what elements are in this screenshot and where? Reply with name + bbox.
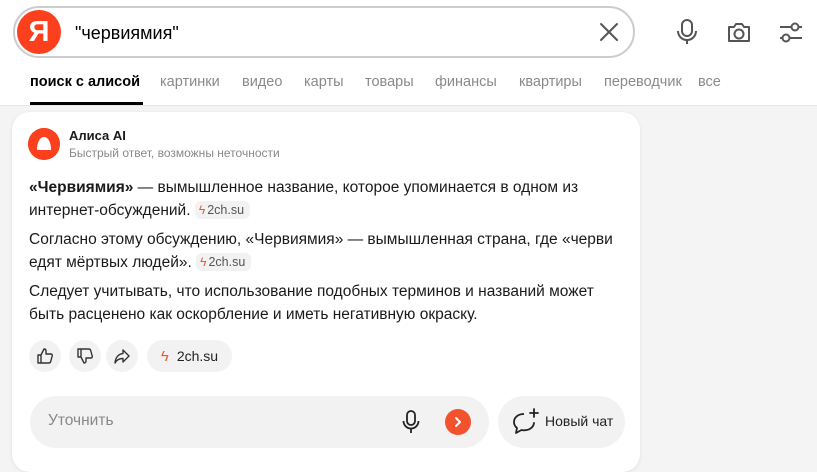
clear-icon[interactable] xyxy=(598,21,620,43)
send-button[interactable] xyxy=(445,409,471,435)
source-chip[interactable]: ϟ 2ch.su xyxy=(194,201,251,219)
tab-maps[interactable]: карты xyxy=(304,74,344,90)
source-label: 2ch.su xyxy=(208,255,246,269)
source-label: 2ch.su xyxy=(207,203,245,217)
tab-finance[interactable]: финансы xyxy=(435,74,497,90)
alice-logo xyxy=(28,128,60,160)
answer-term: «Червиямия» xyxy=(29,179,134,196)
thumbs-up-icon xyxy=(37,348,53,364)
tab-products[interactable]: товары xyxy=(365,74,414,90)
search-box[interactable]: Я "червиямия" xyxy=(13,6,635,58)
tab-apartments[interactable]: квартиры xyxy=(519,74,582,90)
source-button[interactable]: ϟ 2ch.su xyxy=(147,340,232,372)
answer-paragraph-2: Согласно этому обсуждению, «Червиямия» —… xyxy=(29,228,629,274)
bolt-icon: ϟ xyxy=(160,347,169,365)
bolt-icon: ϟ xyxy=(198,203,206,217)
source-chip[interactable]: ϟ 2ch.su xyxy=(196,253,252,271)
search-query[interactable]: "червиямия" xyxy=(75,23,179,44)
camera-icon[interactable] xyxy=(726,18,752,46)
refine-field[interactable] xyxy=(30,396,489,448)
tab-video[interactable]: видео xyxy=(242,74,282,90)
microphone-icon[interactable] xyxy=(401,410,421,434)
bolt-icon: ϟ xyxy=(200,255,207,269)
tab-all[interactable]: все xyxy=(698,74,721,90)
thumbs-down-icon xyxy=(77,348,93,364)
new-chat-button[interactable]: Новый чат xyxy=(498,396,625,448)
answer-paragraph-3: Следует учитывать, что использование под… xyxy=(29,283,594,323)
answer-text: Согласно этому обсуждению, «Червиямия» —… xyxy=(29,231,613,271)
answer-subtitle: Быстрый ответ, возможны неточности xyxy=(69,146,280,160)
new-chat-icon xyxy=(513,408,539,434)
tab-alice-search[interactable]: поиск с алисой xyxy=(30,74,140,90)
microphone-icon[interactable] xyxy=(674,18,700,46)
alice-answer-card: Алиса AI Быстрый ответ, возможны неточно… xyxy=(12,112,640,472)
refine-input[interactable] xyxy=(46,411,390,431)
filters-icon[interactable] xyxy=(778,18,804,46)
search-header: Я "червиямия" поиск с алисой картинки ви… xyxy=(0,0,817,106)
new-chat-label: Новый чат xyxy=(545,413,614,429)
yandex-logo[interactable]: Я xyxy=(17,10,61,54)
answer-paragraph-1: «Червиямия» — вымышленное название, кото… xyxy=(29,176,629,222)
tab-images[interactable]: картинки xyxy=(160,74,220,90)
share-icon xyxy=(114,349,130,364)
answer-title: Алиса AI xyxy=(69,128,126,143)
share-button[interactable] xyxy=(106,340,138,372)
active-tab-underline xyxy=(30,102,143,105)
chevron-right-icon xyxy=(455,417,461,427)
tab-translator[interactable]: переводчик xyxy=(604,74,682,90)
source-button-label: 2ch.su xyxy=(176,348,219,364)
dislike-button[interactable] xyxy=(69,340,101,372)
like-button[interactable] xyxy=(29,340,61,372)
